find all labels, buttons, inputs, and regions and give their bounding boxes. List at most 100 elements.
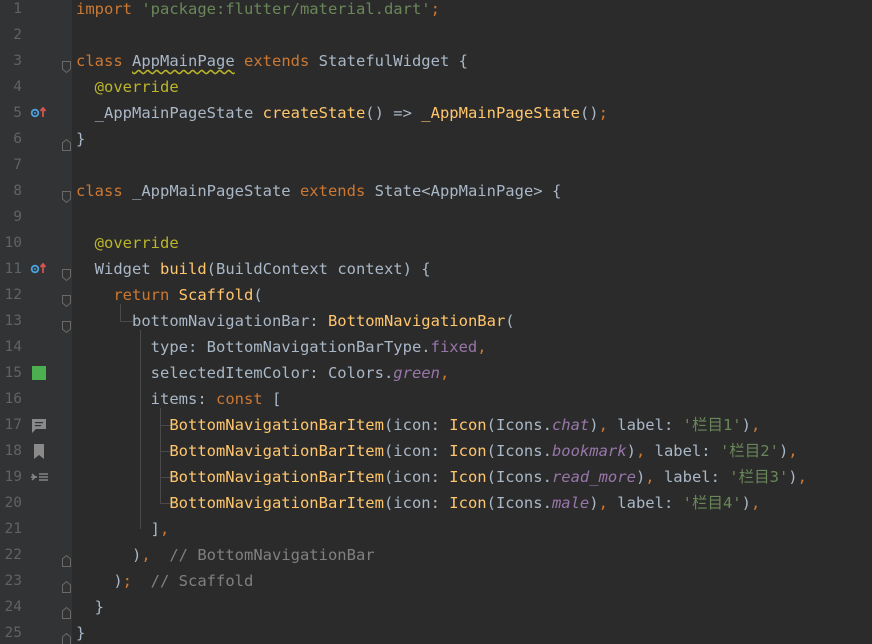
code-token: ) bbox=[741, 494, 751, 512]
code-line[interactable]: 23 ); // Scaffold bbox=[0, 568, 872, 594]
override-method-icon[interactable] bbox=[30, 100, 50, 126]
color-swatch-icon[interactable] bbox=[30, 360, 50, 386]
fold-open-icon[interactable] bbox=[62, 289, 71, 308]
line-number[interactable]: 11 bbox=[0, 256, 22, 282]
code-text[interactable]: } bbox=[76, 594, 104, 620]
line-number[interactable]: 4 bbox=[0, 74, 22, 100]
code-line[interactable]: 17 BottomNavigationBarItem(icon: Icon(Ic… bbox=[0, 412, 872, 438]
line-number[interactable]: 9 bbox=[0, 204, 22, 230]
code-line[interactable]: 10 @override bbox=[0, 230, 872, 256]
code-text[interactable]: class AppMainPage extends StatefulWidget… bbox=[76, 48, 468, 74]
fold-open-icon[interactable] bbox=[62, 185, 71, 204]
line-number[interactable]: 2 bbox=[0, 22, 22, 48]
code-line[interactable]: 25} bbox=[0, 620, 872, 644]
code-token: (icon: bbox=[383, 416, 450, 434]
bookmark-icon[interactable] bbox=[30, 438, 50, 464]
code-token: , bbox=[797, 468, 807, 486]
code-editor[interactable]: 1 import 'package:flutter/material.dart';… bbox=[0, 0, 872, 644]
code-line[interactable]: 18 BottomNavigationBarItem(icon: Icon(Ic… bbox=[0, 438, 872, 464]
code-line[interactable]: 19 BottomNavigationBarItem(icon: Icon(Ic… bbox=[0, 464, 872, 490]
line-number[interactable]: 19 bbox=[0, 464, 22, 490]
code-text[interactable]: ); // Scaffold bbox=[76, 568, 253, 594]
code-text[interactable]: bottomNavigationBar: BottomNavigationBar… bbox=[76, 308, 515, 334]
code-text[interactable]: } bbox=[76, 126, 85, 152]
code-line[interactable]: 21 ], bbox=[0, 516, 872, 542]
code-token: Icon bbox=[449, 416, 487, 434]
code-token: ) bbox=[626, 442, 636, 460]
line-number[interactable]: 14 bbox=[0, 334, 22, 360]
line-number[interactable]: 17 bbox=[0, 412, 22, 438]
code-text[interactable]: items: const [ bbox=[76, 386, 282, 412]
line-number[interactable]: 8 bbox=[0, 178, 22, 204]
line-number[interactable]: 15 bbox=[0, 360, 22, 386]
code-text[interactable]: BottomNavigationBarItem(icon: Icon(Icons… bbox=[76, 490, 760, 516]
code-line[interactable]: 15 selectedItemColor: Colors.green, bbox=[0, 360, 872, 386]
code-line[interactable]: 5 _AppMainPageState createState() => _Ap… bbox=[0, 100, 872, 126]
line-number[interactable]: 21 bbox=[0, 516, 22, 542]
code-text[interactable]: BottomNavigationBarItem(icon: Icon(Icons… bbox=[76, 412, 760, 438]
code-text[interactable]: BottomNavigationBarItem(icon: Icon(Icons… bbox=[76, 464, 807, 490]
line-number[interactable]: 3 bbox=[0, 48, 22, 74]
code-text[interactable]: selectedItemColor: Colors.green, bbox=[76, 360, 450, 386]
code-line[interactable]: 22 ), // BottomNavigationBar bbox=[0, 542, 872, 568]
fold-open-icon[interactable] bbox=[62, 263, 71, 282]
override-method-icon[interactable] bbox=[30, 256, 50, 282]
fold-close-icon[interactable] bbox=[62, 627, 71, 644]
code-token: ; bbox=[598, 104, 608, 122]
code-line[interactable]: 1 import 'package:flutter/material.dart'; bbox=[0, 0, 872, 22]
line-number[interactable]: 5 bbox=[0, 100, 22, 126]
code-line[interactable]: 16 items: const [ bbox=[0, 386, 872, 412]
code-token: State<AppMainPage> { bbox=[374, 182, 562, 200]
code-line[interactable]: 20 BottomNavigationBarItem(icon: Icon(Ic… bbox=[0, 490, 872, 516]
code-text[interactable]: } bbox=[76, 620, 85, 644]
code-line[interactable]: 11 Widget build(BuildContext context) { bbox=[0, 256, 872, 282]
fold-close-icon[interactable] bbox=[62, 601, 71, 619]
code-line[interactable]: 4 @override bbox=[0, 74, 872, 100]
code-text[interactable]: ), // BottomNavigationBar bbox=[76, 542, 375, 568]
line-number[interactable]: 6 bbox=[0, 126, 22, 152]
code-text[interactable]: return Scaffold( bbox=[76, 282, 262, 308]
fold-open-icon[interactable] bbox=[62, 55, 71, 74]
code-line[interactable]: 14 type: BottomNavigationBarType.fixed, bbox=[0, 334, 872, 360]
code-text[interactable]: import 'package:flutter/material.dart'; bbox=[76, 0, 440, 22]
line-number[interactable]: 24 bbox=[0, 594, 22, 620]
code-text[interactable]: @override bbox=[76, 230, 179, 256]
code-token: ; bbox=[122, 572, 133, 590]
line-number[interactable]: 23 bbox=[0, 568, 22, 594]
code-text[interactable]: @override bbox=[76, 74, 179, 100]
line-number[interactable]: 13 bbox=[0, 308, 22, 334]
line-number[interactable]: 10 bbox=[0, 230, 22, 256]
code-text[interactable]: Widget build(BuildContext context) { bbox=[76, 256, 431, 282]
code-text[interactable]: type: BottomNavigationBarType.fixed, bbox=[76, 334, 487, 360]
chat-icon[interactable] bbox=[30, 412, 50, 438]
fold-close-icon[interactable] bbox=[62, 549, 71, 567]
code-token: ) bbox=[635, 468, 646, 486]
line-number[interactable]: 25 bbox=[0, 620, 22, 644]
code-line[interactable]: 9 bbox=[0, 204, 872, 230]
fold-close-icon[interactable] bbox=[62, 133, 71, 151]
code-line[interactable]: 6} bbox=[0, 126, 872, 152]
line-number[interactable]: 22 bbox=[0, 542, 22, 568]
code-text[interactable]: _AppMainPageState createState() => _AppM… bbox=[76, 100, 608, 126]
code-line[interactable]: 8 class _AppMainPageState extends State<A… bbox=[0, 178, 872, 204]
code-text[interactable]: ], bbox=[76, 516, 170, 542]
line-number[interactable]: 16 bbox=[0, 386, 22, 412]
code-line[interactable]: 2 bbox=[0, 22, 872, 48]
line-number[interactable]: 20 bbox=[0, 490, 22, 516]
fold-close-icon[interactable] bbox=[62, 575, 71, 593]
code-text[interactable]: BottomNavigationBarItem(icon: Icon(Icons… bbox=[76, 438, 797, 464]
code-line[interactable]: 24 } bbox=[0, 594, 872, 620]
code-line[interactable]: 13 bottomNavigationBar: BottomNavigation… bbox=[0, 308, 872, 334]
code-line[interactable]: 3 class AppMainPage extends StatefulWidge… bbox=[0, 48, 872, 74]
code-line[interactable]: 12 return Scaffold( bbox=[0, 282, 872, 308]
line-number[interactable]: 1 bbox=[0, 0, 22, 22]
line-number[interactable]: 12 bbox=[0, 282, 22, 308]
code-text[interactable]: class _AppMainPageState extends State<Ap… bbox=[76, 178, 561, 204]
line-number[interactable]: 7 bbox=[0, 152, 22, 178]
code-token: ) bbox=[76, 572, 123, 590]
line-number[interactable]: 18 bbox=[0, 438, 22, 464]
code-line[interactable]: 7 bbox=[0, 152, 872, 178]
code-token: type: BottomNavigationBarType. bbox=[76, 338, 431, 356]
fold-open-icon[interactable] bbox=[62, 315, 71, 334]
read-more-icon[interactable] bbox=[30, 464, 50, 490]
